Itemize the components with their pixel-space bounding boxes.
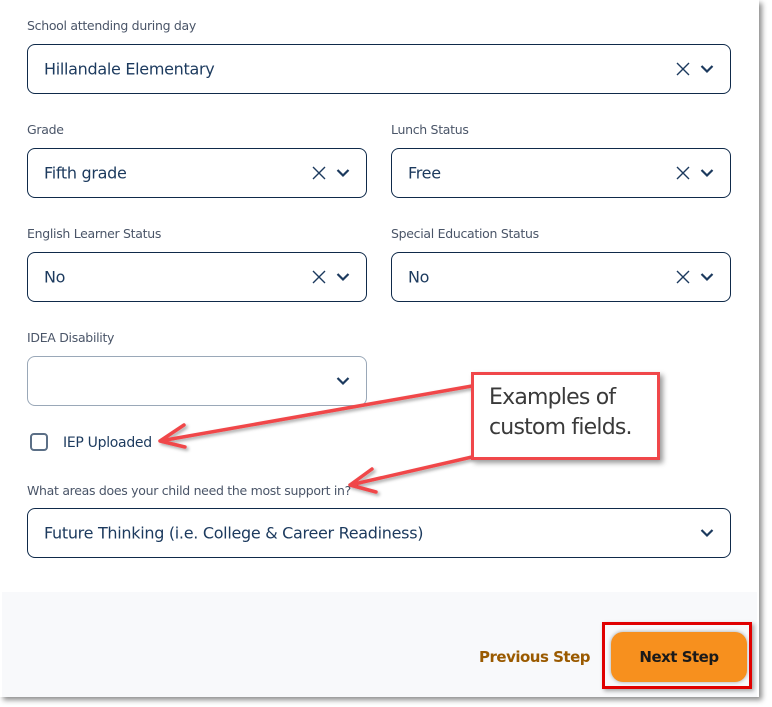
lunch-status-value: Free [408, 163, 441, 183]
grade-select[interactable]: Fifth grade [27, 148, 367, 198]
school-value: Hillandale Elementary [44, 59, 215, 79]
form-window: School attending during day Hillandale E… [0, 0, 759, 697]
iep-uploaded-label[interactable]: IEP Uploaded [63, 435, 152, 451]
chevron-down-icon[interactable] [336, 272, 350, 282]
school-label: School attending during day [27, 18, 196, 33]
idea-disability-label: IDEA Disability [27, 330, 115, 345]
chevron-down-icon[interactable] [700, 272, 714, 282]
required-marker: * [353, 480, 360, 494]
special-education-value: No [408, 267, 430, 287]
school-select[interactable]: Hillandale Elementary [27, 44, 731, 94]
close-icon[interactable] [312, 270, 326, 284]
support-areas-value: Future Thinking (i.e. College & Career R… [44, 523, 424, 543]
english-learner-value: No [44, 267, 66, 287]
idea-disability-select[interactable] [27, 356, 367, 406]
callout-line-2: custom fields. [489, 415, 633, 440]
iep-uploaded-checkbox[interactable] [30, 433, 48, 451]
chevron-down-icon[interactable] [336, 168, 350, 178]
support-areas-label: What areas does your child need the most… [27, 480, 360, 498]
previous-step-button[interactable]: Previous Step [479, 648, 591, 666]
close-icon[interactable] [676, 270, 690, 284]
english-learner-label: English Learner Status [27, 226, 162, 241]
grade-value: Fifth grade [44, 163, 127, 183]
chevron-down-icon[interactable] [700, 528, 714, 538]
chevron-down-icon[interactable] [700, 168, 714, 178]
special-education-select[interactable]: No [391, 252, 731, 302]
close-icon[interactable] [676, 62, 690, 76]
lunch-status-label: Lunch Status [391, 122, 469, 137]
support-areas-label-text: What areas does your child need the most… [27, 483, 351, 498]
english-learner-select[interactable]: No [27, 252, 367, 302]
lunch-status-select[interactable]: Free [391, 148, 731, 198]
close-icon[interactable] [312, 166, 326, 180]
grade-label: Grade [27, 122, 64, 137]
special-education-label: Special Education Status [391, 226, 539, 241]
next-step-highlight [602, 622, 752, 689]
close-icon[interactable] [676, 166, 690, 180]
chevron-down-icon[interactable] [700, 64, 714, 74]
callout-line-1: Examples of [489, 385, 616, 410]
chevron-down-icon[interactable] [336, 376, 350, 386]
form-card: School attending during day Hillandale E… [2, 0, 757, 592]
annotation-callout: Examples of custom fields. [471, 372, 660, 460]
support-areas-select[interactable]: Future Thinking (i.e. College & Career R… [27, 508, 731, 558]
